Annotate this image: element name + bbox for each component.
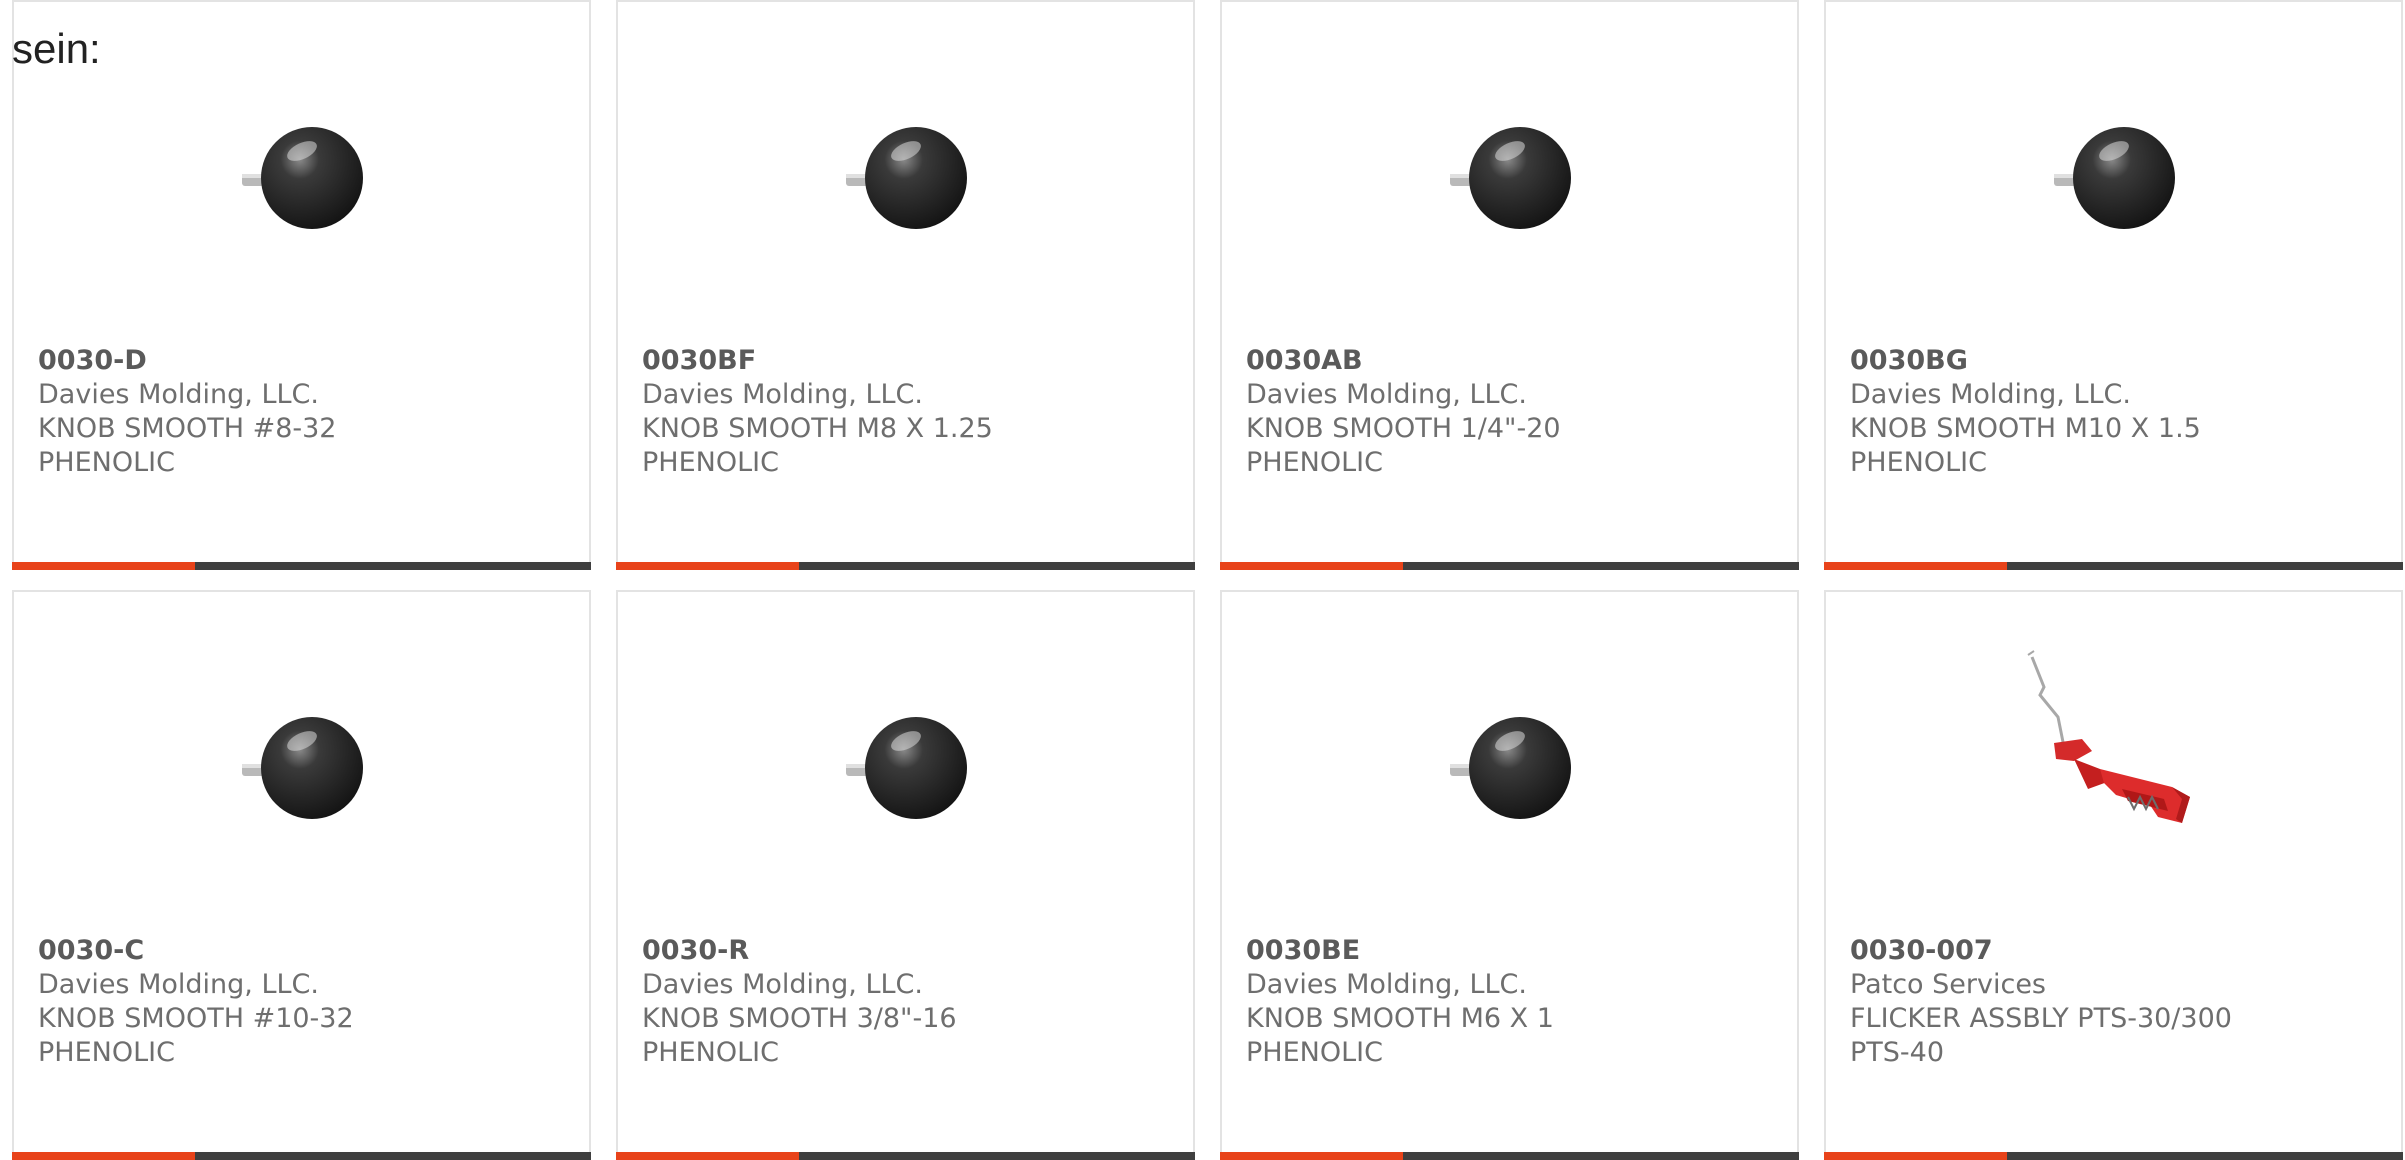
red-flicker-assembly-icon <box>2026 650 2190 823</box>
product-image[interactable] <box>1826 650 2401 832</box>
product-description: KNOB SMOOTH 1/4"-20 <box>1246 413 1561 444</box>
card-bottom-bar <box>1824 562 2403 570</box>
product-card[interactable]: 0030-D Davies Molding, LLC. KNOB SMOOTH … <box>12 0 591 570</box>
product-grid: 0030-D Davies Molding, LLC. KNOB SMOOTH … <box>12 0 2405 1160</box>
product-description-cont: PHENOLIC <box>38 1037 175 1068</box>
part-number[interactable]: 0030-C <box>38 934 478 968</box>
product-image[interactable] <box>1222 682 1797 852</box>
part-number[interactable]: 0030-D <box>38 344 478 378</box>
product-description: FLICKER ASSBLY PTS-30/300 <box>1850 1003 2232 1034</box>
part-number[interactable]: 0030BG <box>1850 344 2290 378</box>
black-knob-icon <box>845 127 967 229</box>
card-accent-bar <box>1824 1152 2007 1160</box>
product-info: 0030BF Davies Molding, LLC. KNOB SMOOTH … <box>642 344 1082 480</box>
product-info: 0030-C Davies Molding, LLC. KNOB SMOOTH … <box>38 934 478 1070</box>
product-image[interactable] <box>1222 92 1797 262</box>
black-knob-icon <box>1449 717 1571 819</box>
manufacturer-name: Davies Molding, LLC. <box>1850 379 2131 410</box>
product-description: KNOB SMOOTH M6 X 1 <box>1246 1003 1554 1034</box>
product-description: KNOB SMOOTH M10 X 1.5 <box>1850 413 2201 444</box>
manufacturer-name: Davies Molding, LLC. <box>38 379 319 410</box>
card-accent-bar <box>616 562 799 570</box>
part-number[interactable]: 0030-007 <box>1850 934 2290 968</box>
card-bottom-bar <box>1220 562 1799 570</box>
product-info: 0030-007 Patco Services FLICKER ASSBLY P… <box>1850 934 2290 1070</box>
product-description-cont: PHENOLIC <box>1246 447 1383 478</box>
card-bottom-bar <box>12 562 591 570</box>
card-accent-bar <box>12 1152 195 1160</box>
manufacturer-name: Davies Molding, LLC. <box>642 969 923 1000</box>
product-info: 0030AB Davies Molding, LLC. KNOB SMOOTH … <box>1246 344 1686 480</box>
card-accent-bar <box>1220 562 1403 570</box>
card-bottom-bar <box>616 1152 1195 1160</box>
product-info: 0030BE Davies Molding, LLC. KNOB SMOOTH … <box>1246 934 1686 1070</box>
product-description-cont: PHENOLIC <box>1850 447 1987 478</box>
card-bottom-bar <box>616 562 1195 570</box>
product-description: KNOB SMOOTH 3/8"-16 <box>642 1003 957 1034</box>
black-knob-icon <box>241 717 363 819</box>
card-accent-bar <box>616 1152 799 1160</box>
part-number[interactable]: 0030BF <box>642 344 1082 378</box>
card-bottom-bar <box>1220 1152 1799 1160</box>
product-description-cont: PHENOLIC <box>1246 1037 1383 1068</box>
card-bottom-bar <box>1824 1152 2403 1160</box>
product-description-cont: PTS-40 <box>1850 1037 1945 1068</box>
black-knob-icon <box>2053 127 2175 229</box>
card-bottom-bar <box>12 1152 591 1160</box>
black-knob-icon <box>845 717 967 819</box>
part-number[interactable]: 0030BE <box>1246 934 1686 968</box>
product-card[interactable]: 0030-007 Patco Services FLICKER ASSBLY P… <box>1824 590 2403 1160</box>
manufacturer-name: Davies Molding, LLC. <box>642 379 923 410</box>
manufacturer-name: Patco Services <box>1850 969 2047 1000</box>
part-number[interactable]: 0030AB <box>1246 344 1686 378</box>
product-description: KNOB SMOOTH #10-32 <box>38 1003 354 1034</box>
product-image[interactable] <box>618 682 1193 852</box>
product-image[interactable] <box>14 92 589 262</box>
card-accent-bar <box>1824 562 2007 570</box>
product-info: 0030-R Davies Molding, LLC. KNOB SMOOTH … <box>642 934 1082 1070</box>
product-description: KNOB SMOOTH M8 X 1.25 <box>642 413 993 444</box>
manufacturer-name: Davies Molding, LLC. <box>1246 969 1527 1000</box>
black-knob-icon <box>241 127 363 229</box>
product-card[interactable]: 0030AB Davies Molding, LLC. KNOB SMOOTH … <box>1220 0 1799 570</box>
product-card[interactable]: 0030-C Davies Molding, LLC. KNOB SMOOTH … <box>12 590 591 1160</box>
product-info: 0030-D Davies Molding, LLC. KNOB SMOOTH … <box>38 344 478 480</box>
product-card[interactable]: 0030BF Davies Molding, LLC. KNOB SMOOTH … <box>616 0 1195 570</box>
product-description-cont: PHENOLIC <box>642 447 779 478</box>
page-heading: sein: <box>12 25 101 72</box>
product-card[interactable]: 0030BE Davies Molding, LLC. KNOB SMOOTH … <box>1220 590 1799 1160</box>
manufacturer-name: Davies Molding, LLC. <box>38 969 319 1000</box>
product-card[interactable]: 0030-R Davies Molding, LLC. KNOB SMOOTH … <box>616 590 1195 1160</box>
product-card[interactable]: 0030BG Davies Molding, LLC. KNOB SMOOTH … <box>1824 0 2403 570</box>
black-knob-icon <box>1449 127 1571 229</box>
product-description: KNOB SMOOTH #8-32 PHENOLIC <box>38 413 337 478</box>
card-accent-bar <box>12 562 195 570</box>
manufacturer-name: Davies Molding, LLC. <box>1246 379 1527 410</box>
card-accent-bar <box>1220 1152 1403 1160</box>
product-image[interactable] <box>1826 92 2401 262</box>
product-description-cont: PHENOLIC <box>642 1037 779 1068</box>
product-image[interactable] <box>14 682 589 852</box>
product-image[interactable] <box>618 92 1193 262</box>
product-info: 0030BG Davies Molding, LLC. KNOB SMOOTH … <box>1850 344 2290 480</box>
part-number[interactable]: 0030-R <box>642 934 1082 968</box>
